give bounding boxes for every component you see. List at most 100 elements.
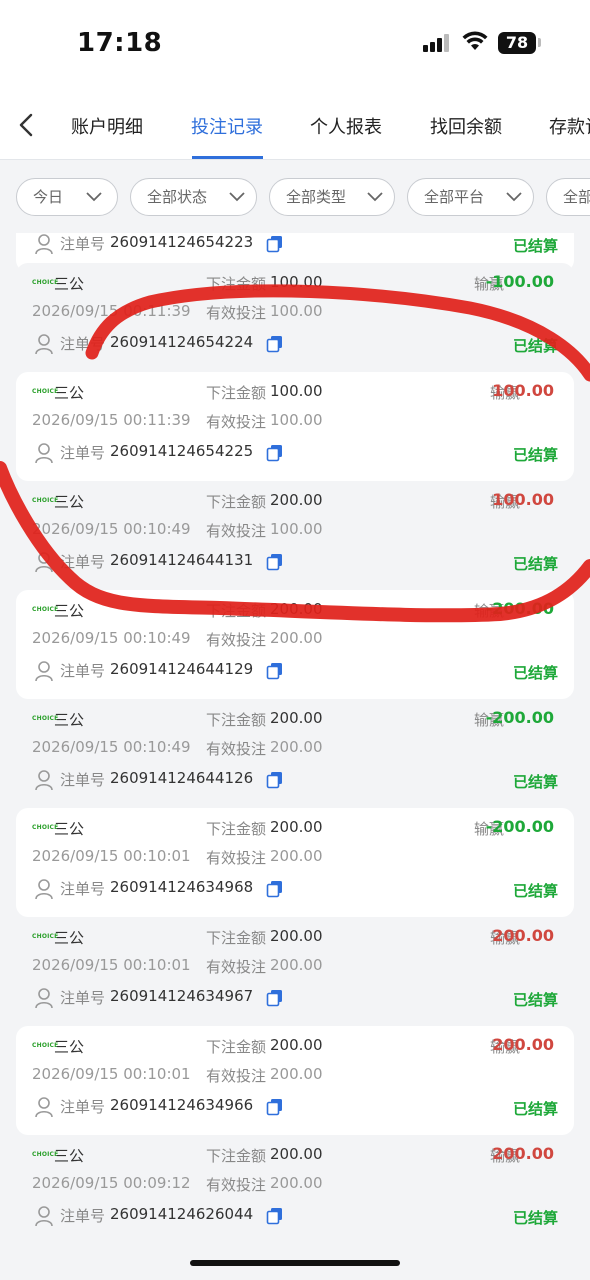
order-no-label: 注单号 (60, 771, 106, 789)
filter-type-dropdown[interactable]: 全部类型 (269, 178, 395, 216)
order-no-label: 注单号 (60, 444, 106, 462)
copy-icon[interactable] (266, 235, 284, 253)
bet-record-list[interactable]: 注单号 260914124654223 已结算 CHOICE 三公 下注金额 100.… (16, 233, 574, 1228)
valid-bet-label: 有效投注 (206, 413, 267, 431)
bet-record-card[interactable]: CHOICE 三公 下注金额 200.00 输赢 200.00 2026/09/15 00:… (16, 1026, 574, 1135)
valid-bet-label: 有效投注 (206, 1176, 267, 1194)
bet-record-card[interactable]: CHOICE 三公 下注金额 100.00 输赢 -100.00 2026/09/15 00… (16, 263, 574, 372)
top-nav: 账户明细 投注记录 个人报表 找回余额 存款记 (0, 90, 590, 160)
win-loss-value: -200.00 (485, 708, 554, 727)
filter-more-dropdown[interactable]: 全部 (546, 178, 590, 216)
bet-time: 2026/09/15 00:11:39 (32, 411, 191, 429)
win-loss-value: -200.00 (485, 599, 554, 618)
valid-bet-label: 有效投注 (206, 522, 267, 540)
bet-record-card[interactable]: CHOICE 三公 下注金额 200.00 输赢 100.00 2026/09/15 00:… (16, 481, 574, 590)
filter-status-label: 全部状态 (147, 188, 208, 206)
copy-icon[interactable] (266, 880, 284, 898)
bet-amount-value: 200.00 (270, 1036, 323, 1054)
copy-icon[interactable] (266, 335, 284, 353)
game-name: 三公 (54, 384, 85, 402)
copy-icon[interactable] (266, 553, 284, 571)
copy-icon[interactable] (266, 989, 284, 1007)
bet-time: 2026/09/15 00:10:01 (32, 847, 191, 865)
back-arrow-icon[interactable] (14, 110, 40, 140)
order-no-label: 注单号 (60, 880, 106, 898)
bet-amount-value: 200.00 (270, 491, 323, 509)
bet-amount-label: 下注金额 (206, 275, 267, 293)
order-no-label: 注单号 (60, 235, 106, 253)
user-icon (35, 988, 53, 1009)
order-no-value: 260914124654223 (110, 233, 254, 251)
bet-record-card[interactable]: CHOICE 三公 下注金额 200.00 输赢 200.00 2026/09/15 00:… (16, 1135, 574, 1228)
bet-record-card[interactable]: CHOICE 三公 下注金额 200.00 输赢 -200.00 2026/09/15 00… (16, 590, 574, 699)
win-loss-value: 200.00 (492, 926, 554, 945)
win-loss-value: -200.00 (485, 817, 554, 836)
settled-status: 已结算 (512, 1209, 558, 1227)
bet-amount-label: 下注金额 (206, 929, 267, 947)
tab-personal-report[interactable]: 个人报表 (310, 113, 382, 139)
bet-time: 2026/09/15 00:09:12 (32, 1174, 191, 1192)
filter-platform-dropdown[interactable]: 全部平台 (407, 178, 534, 216)
order-no-value: 260914124644131 (110, 551, 254, 569)
battery-tip (538, 38, 541, 47)
copy-icon[interactable] (266, 771, 284, 789)
game-name: 三公 (54, 275, 85, 293)
bet-amount-label: 下注金额 (206, 1147, 267, 1165)
settled-status: 已结算 (512, 555, 558, 573)
filter-status-dropdown[interactable]: 全部状态 (130, 178, 257, 216)
valid-bet-label: 有效投注 (206, 1067, 267, 1085)
order-no-label: 注单号 (60, 1098, 106, 1116)
bet-amount-label: 下注金额 (206, 1038, 267, 1056)
tab-deposit-records[interactable]: 存款记 (549, 113, 590, 139)
settled-status: 已结算 (512, 237, 558, 255)
user-icon (35, 770, 53, 791)
tab-recover-balance[interactable]: 找回余额 (430, 113, 502, 139)
tab-account-details[interactable]: 账户明细 (71, 113, 143, 139)
order-no-value: 260914124634968 (110, 878, 254, 896)
bet-time: 2026/09/15 00:10:49 (32, 520, 191, 538)
cellular-signal-icon (423, 34, 451, 52)
home-indicator[interactable] (190, 1260, 400, 1266)
user-icon (35, 552, 53, 573)
valid-bet-label: 有效投注 (206, 740, 267, 758)
valid-bet-label: 有效投注 (206, 958, 267, 976)
order-no-value: 260914124626044 (110, 1205, 254, 1223)
win-loss-value: 200.00 (492, 1144, 554, 1163)
win-loss-value: -100.00 (485, 272, 554, 291)
copy-icon[interactable] (266, 444, 284, 462)
order-no-value: 260914124654225 (110, 442, 254, 460)
bet-amount-label: 下注金额 (206, 711, 267, 729)
bet-record-card[interactable]: CHOICE 三公 下注金额 200.00 输赢 200.00 2026/09/15 00:… (16, 917, 574, 1026)
order-no-label: 注单号 (60, 1207, 106, 1225)
status-time: 17:18 (77, 28, 163, 58)
valid-bet-value: 100.00 (270, 520, 323, 538)
bet-record-card[interactable]: CHOICE 三公 下注金额 200.00 输赢 -200.00 2026/09/15 00… (16, 808, 574, 917)
tab-bet-records[interactable]: 投注记录 (191, 113, 263, 139)
valid-bet-value: 200.00 (270, 629, 323, 647)
game-name: 三公 (54, 929, 85, 947)
valid-bet-value: 100.00 (270, 302, 323, 320)
bet-amount-label: 下注金额 (206, 493, 267, 511)
order-no-label: 注单号 (60, 989, 106, 1007)
filter-date-dropdown[interactable]: 今日 (16, 178, 118, 216)
active-tab-indicator (192, 156, 263, 159)
copy-icon[interactable] (266, 662, 284, 680)
settled-status: 已结算 (512, 664, 558, 682)
bet-amount-value: 100.00 (270, 273, 323, 291)
valid-bet-value: 200.00 (270, 1065, 323, 1083)
game-name: 三公 (54, 602, 85, 620)
copy-icon[interactable] (266, 1207, 284, 1225)
bet-time: 2026/09/15 00:10:01 (32, 956, 191, 974)
bet-record-card[interactable]: CHOICE 三公 下注金额 200.00 输赢 -200.00 2026/09/15 00… (16, 699, 574, 808)
win-loss-value: 100.00 (492, 381, 554, 400)
bet-amount-label: 下注金额 (206, 384, 267, 402)
valid-bet-value: 200.00 (270, 1174, 323, 1192)
bet-amount-value: 200.00 (270, 600, 323, 618)
filter-date-label: 今日 (33, 188, 64, 206)
filter-platform-label: 全部平台 (424, 188, 485, 206)
bet-amount-value: 200.00 (270, 709, 323, 727)
copy-icon[interactable] (266, 1098, 284, 1116)
bet-amount-value: 200.00 (270, 927, 323, 945)
bet-record-card[interactable]: CHOICE 三公 下注金额 100.00 输赢 100.00 2026/09/15 00:… (16, 372, 574, 481)
status-bar: 17:18 78 (0, 0, 590, 90)
